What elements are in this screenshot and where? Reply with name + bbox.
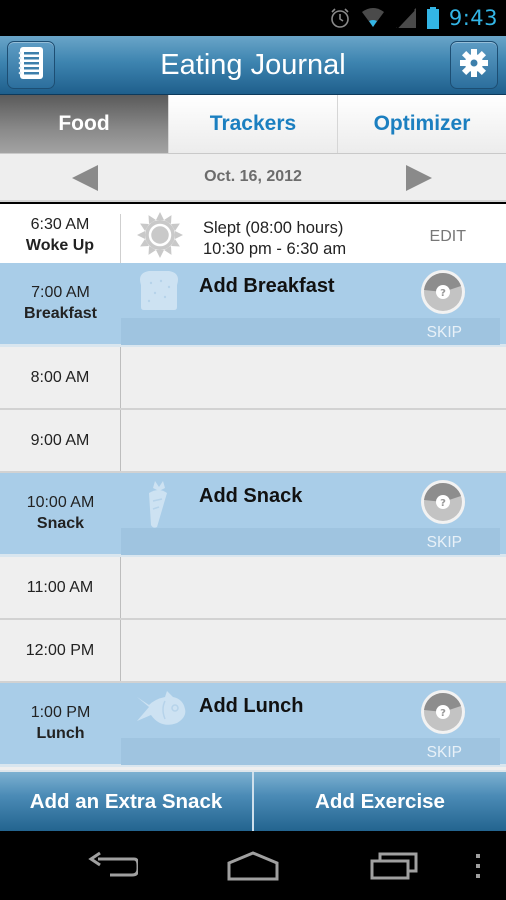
meal-row-breakfast: 7:00 AM Breakfast Add Breakfast ? SKIP <box>0 263 506 347</box>
gear-icon <box>459 48 489 83</box>
time-slot[interactable]: 8:00 AM <box>0 347 506 410</box>
tab-bar: Food Trackers Optimizer <box>0 95 506 154</box>
skip-snack-button[interactable]: SKIP <box>427 534 462 552</box>
meal-time-cell: 1:00 PM Lunch <box>0 683 121 764</box>
overflow-menu-icon[interactable] <box>474 853 482 884</box>
page-title: Eating Journal <box>160 49 346 81</box>
day-timeline[interactable]: 6:30 AM Woke Up Slept (08:00 hours) 10:3… <box>0 204 506 770</box>
slot-time-label: 12:00 PM <box>25 641 95 659</box>
slot-time: 9:00 AM <box>0 410 121 471</box>
svg-text:?: ? <box>440 288 446 299</box>
slot-content[interactable] <box>121 557 506 618</box>
sleep-entry: Slept (08:00 hours) 10:30 pm - 6:30 am E… <box>121 204 506 263</box>
edit-sleep-button[interactable]: EDIT <box>430 228 466 246</box>
meal-content: Add Breakfast ? SKIP <box>121 263 506 345</box>
slot-time: 8:00 AM <box>0 347 121 408</box>
question-score-icon[interactable]: ? <box>419 688 467 741</box>
skip-lunch-button[interactable]: SKIP <box>427 744 462 762</box>
skip-breakfast-button[interactable]: SKIP <box>427 324 462 342</box>
time-slot[interactable]: 11:00 AM <box>0 557 506 620</box>
recent-apps-icon[interactable] <box>370 851 420 886</box>
system-nav-bar <box>0 831 506 900</box>
bread-icon <box>135 269 183 316</box>
wake-label: Woke Up <box>25 237 95 254</box>
time-slot[interactable]: 9:00 AM <box>0 410 506 473</box>
add-breakfast-button[interactable]: Add Breakfast <box>199 275 335 298</box>
slot-content[interactable] <box>121 347 506 408</box>
add-extra-snack-button[interactable]: Add an Extra Snack <box>0 772 252 831</box>
fish-icon <box>135 689 187 736</box>
slot-time: 12:00 PM <box>0 620 121 681</box>
meal-content: Add Lunch ? SKIP <box>121 683 506 765</box>
meal-time-cell: 10:00 AM Snack <box>0 473 121 554</box>
tab-trackers[interactable]: Trackers <box>168 95 337 153</box>
add-lunch-button[interactable]: Add Lunch <box>199 695 303 718</box>
meal-label: Breakfast <box>24 305 97 322</box>
battery-icon <box>426 7 439 29</box>
sleep-duration: Slept (08:00 hours) <box>203 219 344 237</box>
question-score-icon[interactable]: ? <box>419 268 467 321</box>
tab-food[interactable]: Food <box>0 95 168 153</box>
meal-label: Snack <box>36 515 85 532</box>
svg-text:?: ? <box>440 708 446 719</box>
sun-moon-icon <box>135 210 185 265</box>
question-score-icon[interactable]: ? <box>419 478 467 531</box>
meal-time: 7:00 AM <box>31 284 90 301</box>
time-slot[interactable]: 12:00 PM <box>0 620 506 683</box>
tab-optimizer[interactable]: Optimizer <box>337 95 506 153</box>
wake-time: 6:30 AM <box>30 216 90 233</box>
journal-menu-button[interactable] <box>7 41 55 89</box>
status-bar: 9:43 <box>0 0 506 36</box>
add-snack-button[interactable]: Add Snack <box>199 485 302 508</box>
carrot-icon <box>135 479 183 534</box>
settings-button[interactable] <box>450 41 498 89</box>
slot-content[interactable] <box>121 620 506 681</box>
home-icon[interactable] <box>227 851 279 886</box>
alarm-icon <box>329 7 351 29</box>
status-clock: 9:43 <box>448 6 498 30</box>
add-exercise-button[interactable]: Add Exercise <box>252 772 506 831</box>
triangle-right-icon[interactable] <box>406 165 432 191</box>
slot-time-label: 8:00 AM <box>30 368 90 386</box>
meal-time-cell: 7:00 AM Breakfast <box>0 263 121 344</box>
slot-time-label: 9:00 AM <box>30 431 90 449</box>
meal-row-snack: 10:00 AM Snack Add Snack ? SKIP <box>0 473 506 557</box>
wifi-icon <box>361 7 385 29</box>
meal-row-lunch: 1:00 PM Lunch Add Lunch ? SKIP <box>0 683 506 767</box>
wake-time-cell: 6:30 AM Woke Up <box>0 214 121 263</box>
slot-time: 11:00 AM <box>0 557 121 618</box>
bottom-action-bar: Add an Extra Snack Add Exercise <box>0 770 506 831</box>
meal-label: Lunch <box>36 725 85 742</box>
meal-content: Add Snack ? SKIP <box>121 473 506 555</box>
date-navigator: Oct. 16, 2012 <box>0 154 506 202</box>
slot-time-label: 11:00 AM <box>26 578 94 596</box>
meal-time: 10:00 AM <box>26 494 95 511</box>
slot-content[interactable] <box>121 410 506 471</box>
signal-icon <box>395 7 417 29</box>
svg-text:?: ? <box>440 498 446 509</box>
app-header: Eating Journal <box>0 36 506 95</box>
sleep-range: 10:30 pm - 6:30 am <box>203 240 347 258</box>
meal-time: 1:00 PM <box>30 704 91 721</box>
back-icon[interactable] <box>88 851 140 886</box>
notebook-icon <box>16 46 46 85</box>
wake-row: 6:30 AM Woke Up Slept (08:00 hours) 10:3… <box>0 204 506 263</box>
sleep-summary: Slept (08:00 hours) 10:30 pm - 6:30 am <box>203 218 346 260</box>
